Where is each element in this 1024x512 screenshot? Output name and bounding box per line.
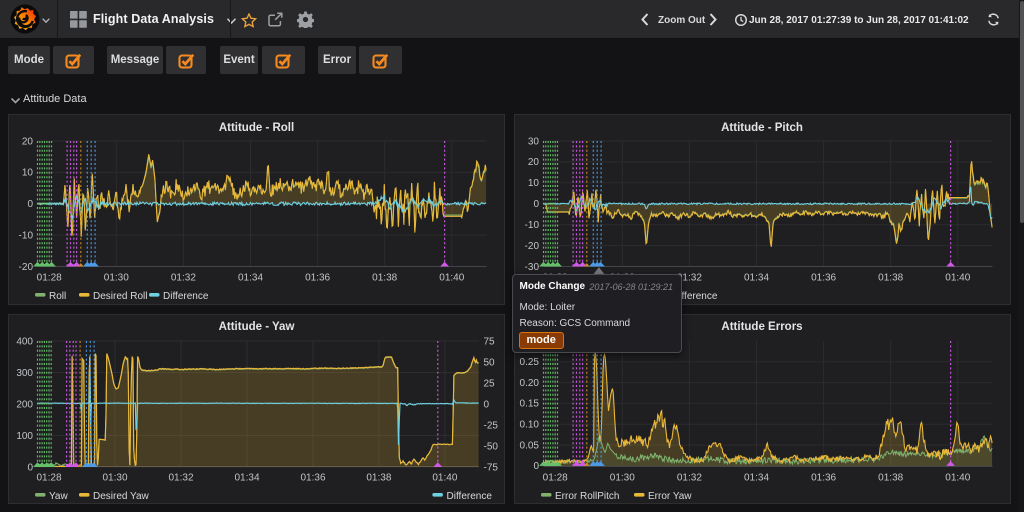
svg-text:-10: -10 bbox=[19, 230, 34, 241]
svg-text:01:36: 01:36 bbox=[300, 472, 325, 483]
svg-text:01:38: 01:38 bbox=[878, 272, 903, 283]
svg-text:01:28: 01:28 bbox=[36, 472, 61, 483]
svg-text:01:40: 01:40 bbox=[432, 472, 457, 483]
svg-text:01:34: 01:34 bbox=[234, 472, 259, 483]
svg-text:20: 20 bbox=[527, 157, 539, 168]
svg-text:Yaw: Yaw bbox=[49, 491, 68, 502]
svg-text:30: 30 bbox=[527, 136, 539, 147]
svg-text:0.20: 0.20 bbox=[519, 377, 539, 388]
svg-text:10: 10 bbox=[22, 168, 34, 179]
svg-text:01:36: 01:36 bbox=[811, 272, 836, 283]
svg-text:0.10: 0.10 bbox=[519, 419, 539, 430]
svg-text:01:36: 01:36 bbox=[305, 272, 330, 283]
svg-text:0: 0 bbox=[533, 199, 539, 210]
svg-text:01:30: 01:30 bbox=[102, 472, 127, 483]
svg-text:01:38: 01:38 bbox=[366, 472, 391, 483]
svg-text:-50: -50 bbox=[484, 441, 499, 452]
svg-text:01:28: 01:28 bbox=[37, 272, 62, 283]
svg-text:-20: -20 bbox=[19, 262, 34, 273]
svg-text:0: 0 bbox=[27, 199, 33, 210]
svg-text:300: 300 bbox=[16, 367, 33, 378]
svg-text:Desired Yaw: Desired Yaw bbox=[93, 491, 150, 502]
svg-text:100: 100 bbox=[16, 430, 33, 441]
svg-text:-20: -20 bbox=[524, 241, 539, 252]
svg-text:01:38: 01:38 bbox=[878, 472, 903, 483]
svg-text:-10: -10 bbox=[524, 220, 539, 231]
svg-text:0: 0 bbox=[533, 461, 539, 472]
svg-text:01:34: 01:34 bbox=[238, 272, 263, 283]
svg-text:Roll: Roll bbox=[49, 291, 66, 302]
svg-text:10: 10 bbox=[527, 178, 539, 189]
svg-text:0.15: 0.15 bbox=[519, 398, 539, 409]
svg-text:-25: -25 bbox=[484, 420, 499, 431]
svg-text:01:32: 01:32 bbox=[676, 472, 701, 483]
svg-text:-75: -75 bbox=[484, 462, 499, 473]
svg-text:01:40: 01:40 bbox=[945, 272, 970, 283]
svg-text:0: 0 bbox=[27, 462, 33, 473]
svg-text:01:40: 01:40 bbox=[945, 472, 970, 483]
svg-text:Error RollPitch: Error RollPitch bbox=[555, 491, 619, 502]
svg-text:01:34: 01:34 bbox=[743, 472, 768, 483]
svg-text:Difference: Difference bbox=[447, 491, 493, 502]
svg-text:01:38: 01:38 bbox=[372, 272, 397, 283]
svg-text:01:34: 01:34 bbox=[743, 272, 768, 283]
svg-text:01:40: 01:40 bbox=[439, 272, 464, 283]
svg-text:01:30: 01:30 bbox=[609, 472, 634, 483]
svg-text:-30: -30 bbox=[524, 262, 539, 273]
svg-text:20: 20 bbox=[22, 136, 34, 147]
svg-text:Difference: Difference bbox=[163, 291, 209, 302]
svg-text:75: 75 bbox=[484, 336, 496, 347]
svg-text:200: 200 bbox=[16, 399, 33, 410]
svg-text:01:32: 01:32 bbox=[171, 272, 196, 283]
svg-text:01:32: 01:32 bbox=[168, 472, 193, 483]
svg-text:0: 0 bbox=[484, 399, 490, 410]
svg-text:0.25: 0.25 bbox=[519, 357, 539, 368]
svg-text:Error Yaw: Error Yaw bbox=[648, 491, 692, 502]
svg-text:Desired Roll: Desired Roll bbox=[93, 291, 147, 302]
svg-text:0.05: 0.05 bbox=[519, 440, 539, 451]
svg-text:01:28: 01:28 bbox=[542, 472, 567, 483]
svg-text:25: 25 bbox=[484, 378, 496, 389]
svg-text:01:36: 01:36 bbox=[811, 472, 836, 483]
svg-text:50: 50 bbox=[484, 357, 496, 368]
svg-text:01:30: 01:30 bbox=[104, 272, 129, 283]
svg-text:400: 400 bbox=[16, 336, 33, 347]
